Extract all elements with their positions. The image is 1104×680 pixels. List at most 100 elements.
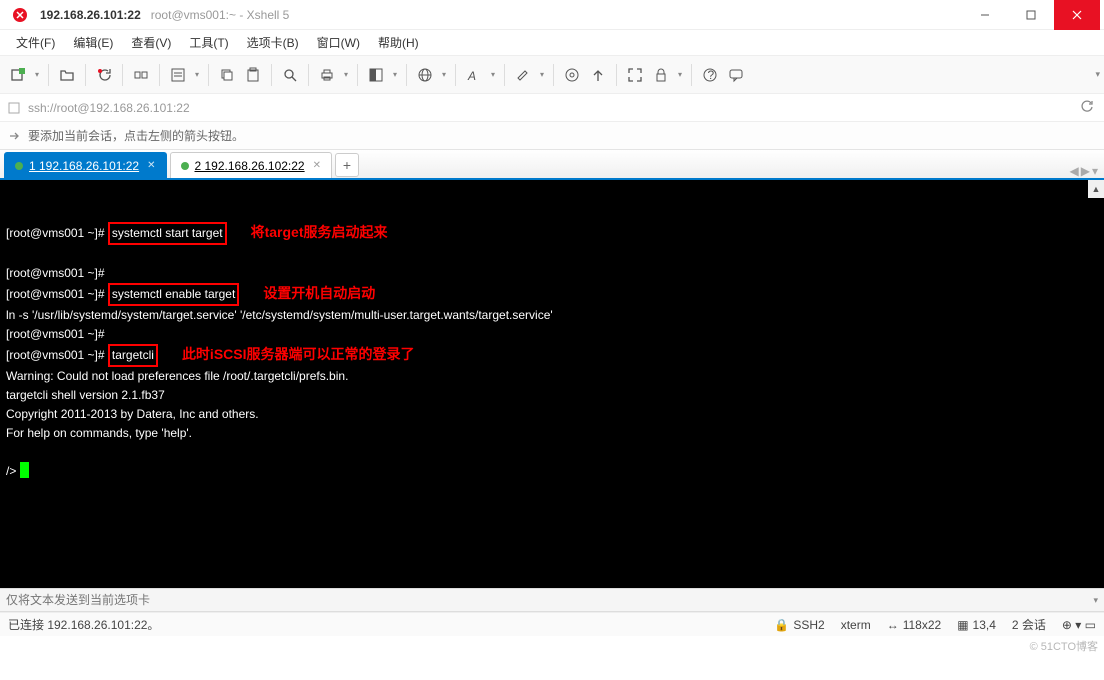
menu-window[interactable]: 窗口(W) <box>309 30 368 55</box>
color-scheme-icon[interactable] <box>364 63 388 87</box>
status-sessions: 2 会话 <box>1012 616 1046 633</box>
grid-icon: ▦ <box>957 618 968 632</box>
script-icon[interactable] <box>560 63 584 87</box>
prompt: [root@vms001 ~]# <box>6 348 105 362</box>
annotation-2: 设置开机自动启动 <box>263 285 375 301</box>
font-icon[interactable]: A <box>462 63 486 87</box>
font-dropdown[interactable]: ▾ <box>488 70 498 79</box>
status-extras[interactable]: ⊕ ▾ ▭ <box>1062 618 1096 632</box>
tab-session-1[interactable]: 1 192.168.26.101:22 ✕ <box>4 152 167 178</box>
separator <box>616 64 617 86</box>
lock-icon[interactable] <box>649 63 673 87</box>
menu-tools[interactable]: 工具(T) <box>181 30 236 55</box>
minimize-button[interactable] <box>962 0 1008 30</box>
new-session-dropdown[interactable]: ▾ <box>32 70 42 79</box>
status-protocol: 🔒SSH2 <box>774 618 824 632</box>
address-text[interactable]: ssh://root@192.168.26.101:22 <box>28 101 1070 115</box>
transfer-icon[interactable] <box>586 63 610 87</box>
annotation-3: 此时iSCSI服务器端可以正常的登录了 <box>182 346 415 362</box>
terminal[interactable]: ▲ [root@vms001 ~]# systemctl start targe… <box>0 180 1104 588</box>
new-tab-button[interactable]: + <box>335 153 359 177</box>
fullscreen-icon[interactable] <box>623 63 647 87</box>
help-icon[interactable]: ? <box>698 63 722 87</box>
menubar: 文件(F) 编辑(E) 查看(V) 工具(T) 选项卡(B) 窗口(W) 帮助(… <box>0 30 1104 56</box>
menu-help[interactable]: 帮助(H) <box>370 30 427 55</box>
tab-close-icon[interactable]: ✕ <box>147 160 155 171</box>
separator <box>85 64 86 86</box>
watermark: © 51CTO博客 <box>1030 638 1098 654</box>
titlebar: 192.168.26.101:22 root@vms001:~ - Xshell… <box>0 0 1104 30</box>
output-ln: ln -s '/usr/lib/systemd/system/target.se… <box>6 308 553 322</box>
cmd-start-target: systemctl start target <box>108 222 227 245</box>
tab-session-2[interactable]: 2 192.168.26.102:22 ✕ <box>170 152 333 178</box>
highlight-icon[interactable] <box>511 63 535 87</box>
new-session-icon[interactable] <box>6 63 30 87</box>
status-cursor-pos: ▦13,4 <box>957 618 996 632</box>
paste-icon[interactable] <box>241 63 265 87</box>
properties-dropdown[interactable]: ▾ <box>192 70 202 79</box>
color-scheme-dropdown[interactable]: ▾ <box>390 70 400 79</box>
infobar-text: 要添加当前会话，点击左侧的箭头按钮。 <box>28 127 244 144</box>
tab-close-icon[interactable]: ✕ <box>313 160 321 171</box>
menu-edit[interactable]: 编辑(E) <box>65 30 121 55</box>
tab-label: 2 192.168.26.102:22 <box>195 159 305 173</box>
open-icon[interactable] <box>55 63 79 87</box>
send-dropdown-icon[interactable]: ▾ <box>1093 595 1098 606</box>
tab-label: 1 192.168.26.101:22 <box>29 159 139 173</box>
output-warning: Warning: Could not load preferences file… <box>6 369 348 383</box>
prompt: [root@vms001 ~]# <box>6 287 105 301</box>
menu-view[interactable]: 查看(V) <box>123 30 179 55</box>
toolbar: ▾ ▾ ▾ ▾ ▾ A ▾ ▾ ▾ ? ▾ <box>0 56 1104 94</box>
output-shell-version: targetcli shell version 2.1.fb37 <box>6 388 165 402</box>
reconnect-icon[interactable] <box>92 63 116 87</box>
protocol-icon <box>6 100 22 116</box>
terminal-content: [root@vms001 ~]# systemctl start target将… <box>6 222 1098 588</box>
highlight-dropdown[interactable]: ▾ <box>537 70 547 79</box>
encoding-dropdown[interactable]: ▾ <box>439 70 449 79</box>
separator <box>406 64 407 86</box>
separator <box>208 64 209 86</box>
separator <box>159 64 160 86</box>
separator <box>308 64 309 86</box>
tabbar: 1 192.168.26.101:22 ✕ 2 192.168.26.102:2… <box>0 150 1104 180</box>
separator <box>455 64 456 86</box>
separator <box>553 64 554 86</box>
encoding-icon[interactable] <box>413 63 437 87</box>
sendbar: ▾ <box>0 588 1104 612</box>
cmd-targetcli: targetcli <box>108 344 158 367</box>
find-icon[interactable] <box>278 63 302 87</box>
svg-text:A: A <box>467 69 476 83</box>
send-input[interactable] <box>6 593 1089 607</box>
tab-prev-icon[interactable]: ◀ <box>1070 164 1079 178</box>
tab-nav: ◀ ▶ ▾ <box>1070 164 1099 178</box>
svg-text:?: ? <box>708 68 715 82</box>
copy-icon[interactable] <box>215 63 239 87</box>
toolbar-overflow-icon[interactable]: ▾ <box>1095 69 1100 80</box>
maximize-button[interactable] <box>1008 0 1054 30</box>
lock-small-icon: 🔒 <box>774 618 789 632</box>
lock-dropdown[interactable]: ▾ <box>675 70 685 79</box>
prompt: [root@vms001 ~]# <box>6 266 105 280</box>
arrow-icon[interactable] <box>6 128 22 144</box>
print-dropdown[interactable]: ▾ <box>341 70 351 79</box>
menu-file[interactable]: 文件(F) <box>8 30 63 55</box>
separator <box>504 64 505 86</box>
feedback-icon[interactable] <box>724 63 748 87</box>
reload-icon[interactable] <box>1076 99 1098 116</box>
close-button[interactable] <box>1054 0 1100 30</box>
cursor <box>20 462 29 478</box>
app-icon <box>12 7 28 23</box>
status-connected: 已连接 192.168.26.101:22。 <box>8 616 159 633</box>
tab-next-icon[interactable]: ▶ <box>1081 164 1090 178</box>
status-dot-icon <box>181 162 189 170</box>
scroll-up-icon[interactable]: ▲ <box>1088 180 1104 198</box>
menu-tabs[interactable]: 选项卡(B) <box>239 30 307 55</box>
properties-icon[interactable] <box>166 63 190 87</box>
print-icon[interactable] <box>315 63 339 87</box>
disconnect-icon[interactable] <box>129 63 153 87</box>
statusbar: 已连接 192.168.26.101:22。 🔒SSH2 xterm ↔118x… <box>0 612 1104 636</box>
output-copyright: Copyright 2011-2013 by Datera, Inc and o… <box>6 407 259 421</box>
status-dot-icon <box>15 162 23 170</box>
output-help: For help on commands, type 'help'. <box>6 426 192 440</box>
tab-list-icon[interactable]: ▾ <box>1092 164 1098 178</box>
